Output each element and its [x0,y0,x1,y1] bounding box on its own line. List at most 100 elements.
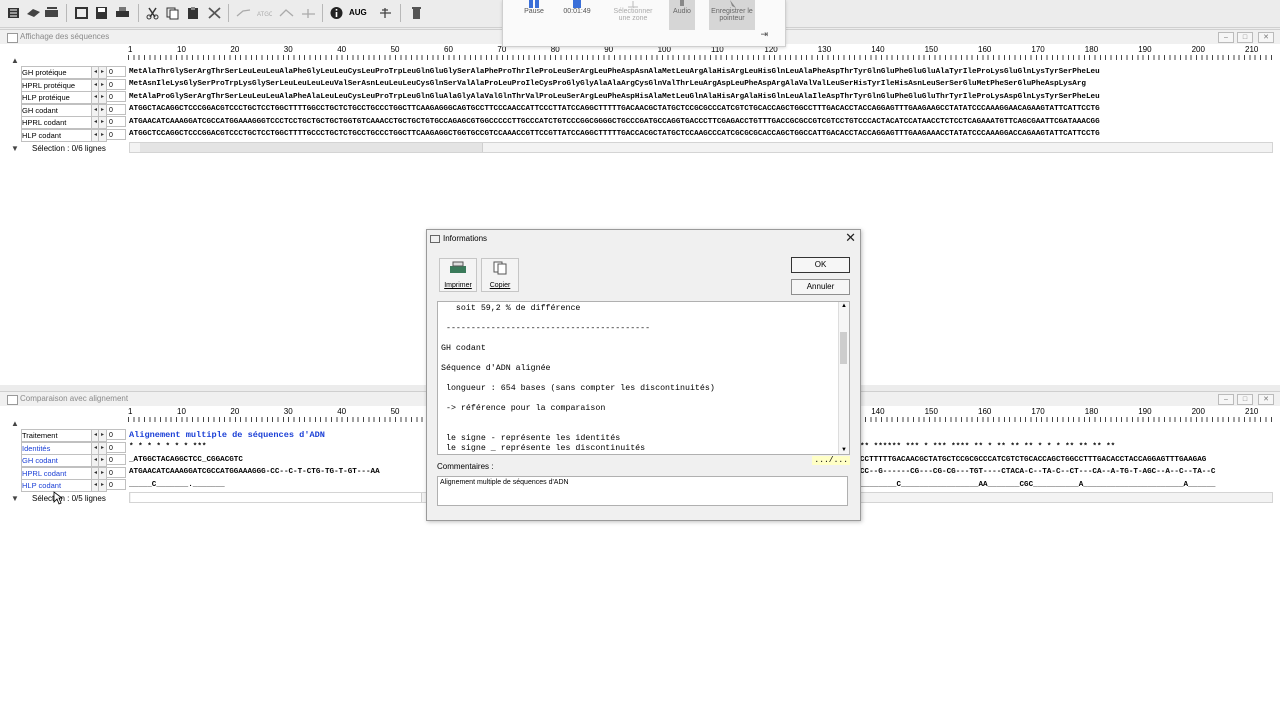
insertion-icon[interactable]: ATGC [257,6,272,20]
close-button[interactable]: ✕ [1258,394,1274,405]
scroll-up-arrow[interactable]: ▲ [11,419,19,428]
copy-icon[interactable] [165,6,180,20]
ruler-label: 1 [128,407,133,416]
info-text-line: soit 59,2 % de différence [441,304,581,313]
mutation-icon[interactable] [236,6,251,20]
row-label[interactable]: Identités [21,441,91,455]
toolbar-separator [138,4,139,22]
close-button[interactable]: ✕ [1258,32,1274,43]
ruler-label: 140 [871,407,885,416]
sequence-line[interactable]: ATGGCTACAGGCTCCCGGACGTCCCTGCTCCTGGCTTTTG… [129,103,1272,115]
restriction-site-icon[interactable] [378,6,393,20]
alignment-line-left[interactable]: Alignement multiple de séquences d'ADN [129,429,425,441]
gel-icon[interactable] [26,6,41,20]
selection-status: Sélection : 0/5 lignes [32,494,106,503]
sequence-edit-icon[interactable] [44,6,59,20]
copy-button[interactable]: Copier [481,258,519,292]
screen-recorder-bar: Pause 00:01:49 Sélectionner une zone Aud… [502,0,786,47]
horizontal-scrollbar[interactable] [129,142,1273,153]
row-label[interactable]: GH codant [21,103,91,117]
cut-icon[interactable] [145,6,160,20]
alignment-line-right[interactable] [860,429,1272,441]
row-label[interactable]: Traitement [21,429,91,442]
scroll-down-arrow[interactable]: ▼ [11,494,19,503]
maximize-button[interactable]: □ [1237,394,1253,405]
copy-label: Copier [489,282,511,289]
select-zone-label: Sélectionner une zone [613,8,653,22]
scroll-down-arrow[interactable]: ▼ [11,144,19,153]
select-zone-button[interactable]: Sélectionner une zone [607,0,659,30]
info-text-line: ----------------------------------------… [441,324,651,333]
cancel-button[interactable]: Annuler [791,279,850,295]
substitution-icon[interactable] [301,6,316,20]
sequence-line[interactable]: MetAlaThrGlySerArgThrSerLeuLeuLeuAlaPheG… [129,66,1272,78]
sequence-line[interactable]: ATGAACATCAAAGGATCGCCATGGAAAGGGTCCCTCCTGC… [129,116,1272,128]
row-count: 0 [106,66,126,77]
vertical-scrollbar[interactable]: ▲ ▼ [838,302,849,454]
row-label[interactable]: GH protéique [21,66,91,79]
info-text-line: le signe - représente les identités [441,434,621,443]
alignment-line-right[interactable]: ________C_________________AA_______CGC__… [860,479,1272,491]
audio-toggle[interactable]: Audio [669,0,695,30]
deletion-icon[interactable] [279,6,294,20]
ruler-label: 40 [337,45,347,54]
print-button[interactable]: Imprimer [439,258,477,292]
alignment-line-left[interactable]: _____C_______._______ [129,479,425,491]
minimize-button[interactable]: – [1218,32,1234,43]
maximize-button[interactable]: □ [1237,32,1253,43]
print-icon[interactable] [115,6,130,20]
row-label[interactable]: HLP protéique [21,91,91,104]
ok-button[interactable]: OK [791,257,850,273]
information-text-area[interactable]: soit 59,2 % de différence --------------… [437,301,850,455]
pin-icon[interactable]: ⇥ [760,29,768,40]
pause-button[interactable]: Pause [519,0,549,30]
alignment-line-left[interactable]: * * * * * * * *** [129,441,425,453]
info-text-line: -> référence pour la comparaison [441,404,606,413]
row-label[interactable]: HPRL codant [21,466,91,480]
open-icon[interactable] [74,6,89,20]
close-icon[interactable]: ✕ [845,231,856,245]
comments-field[interactable]: Alignement multiple de séquences d'ADN [437,476,848,506]
info-text-line: GH codant [441,344,486,353]
sequence-line[interactable]: ATGGCTCCAGGCTCCCGGACGTCCCTGCTCCTGGCTTTTG… [129,128,1272,140]
aug-button[interactable]: AUG [349,8,367,17]
row-label[interactable]: HPRL protéique [21,78,91,92]
row-count: 0 [106,91,126,102]
window-title: Comparaison avec alignement [20,394,129,403]
record-pointer-toggle[interactable]: Enregistrer le pointeur [709,0,755,30]
position-ruler: 1 10 20 30 40 50 60 70 80 90 100 110 120 130 140 150 160… [128,45,1274,61]
stop-button[interactable]: 00:01:49 [559,0,595,30]
trash-icon[interactable] [409,6,424,20]
alignment-line-left[interactable]: _ATGGCTACAGGCTCC_CGGACGTC [129,454,425,466]
row-count: 0 [106,429,126,440]
row-count: 0 [106,454,126,465]
printer-icon [450,261,466,273]
ruler-label: 200 [1191,45,1205,54]
row-count: 0 [106,466,126,478]
row-label[interactable]: HLP codant [21,128,91,142]
paste-icon[interactable] [186,6,201,20]
row-label[interactable]: HPRL codant [21,116,91,129]
info-icon[interactable] [329,6,344,20]
minimize-button[interactable]: – [1218,394,1234,405]
delete-icon[interactable] [207,6,222,20]
sequence-line[interactable]: MetAsnIleLysGlySerProTrpLysGlySerLeuLeuL… [129,78,1272,90]
ruler-label: 150 [924,45,938,54]
dna-strand-icon[interactable] [6,6,21,20]
scroll-up-arrow[interactable]: ▲ [841,303,847,309]
recording-time: 00:01:49 [563,8,591,15]
alignment-line-right[interactable]: CCTTTTTGACAACGCTATGCTCCGCGCCCATCGTCTGCAC… [860,454,1272,466]
save-icon[interactable] [94,6,109,20]
alignment-line-right[interactable]: ** ****** *** * *** **** ** * ** ** ** *… [860,441,1272,453]
alignment-line-right[interactable]: CC--G------CG---CG-CG---TGT----CTACA-C--… [860,466,1272,478]
scroll-down-arrow[interactable]: ▼ [841,447,847,453]
row-count: 0 [106,441,126,453]
scroll-up-arrow[interactable]: ▲ [11,56,19,65]
row-label[interactable]: GH codant [21,454,91,467]
window-icon [7,395,18,405]
ruler-label: 160 [978,407,992,416]
sequence-line[interactable]: MetAlaProGlySerArgThrSerLeuLeuLeuAlaPheA… [129,91,1272,103]
scrollbar-thumb[interactable] [840,332,847,364]
alignment-line-left[interactable]: ATGAACATCAAAGGATCGCCATGGAAAGGG-CC--C-T-C… [129,466,425,478]
info-text-line: longueur : 654 bases (sans compter les d… [441,384,715,393]
